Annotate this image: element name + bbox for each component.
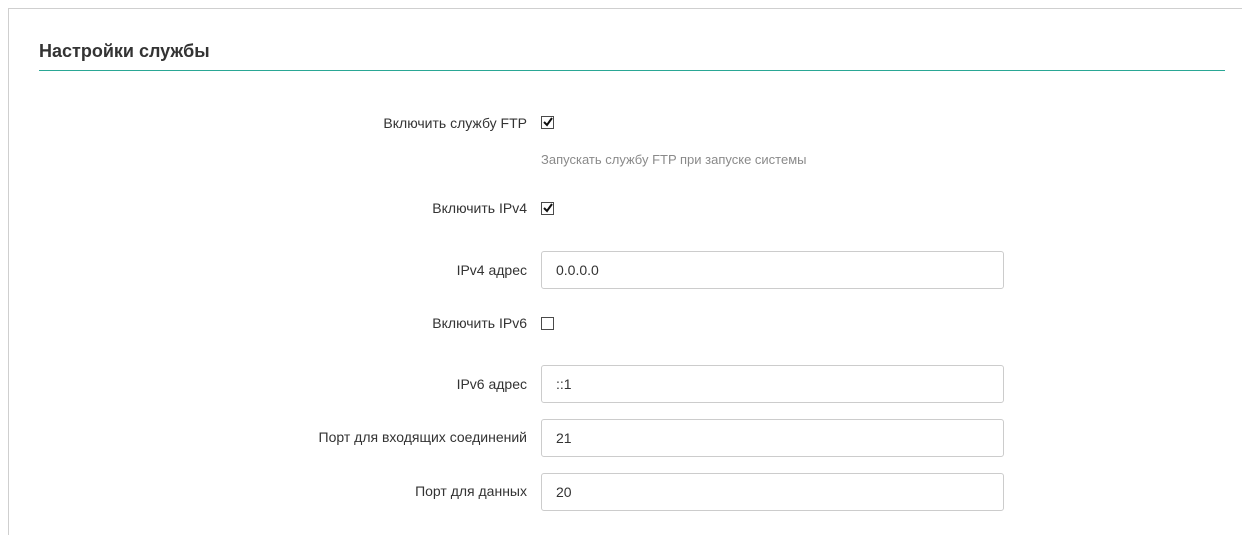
enable-ftp-label: Включить службу FTP — [383, 115, 527, 131]
enable-ipv4-label: Включить IPv4 — [432, 200, 527, 216]
ipv4-address-label: IPv4 адрес — [456, 262, 527, 278]
enable-ipv6-checkbox[interactable] — [541, 317, 554, 330]
incoming-port-input[interactable] — [541, 419, 1004, 457]
section-title: Настройки службы — [39, 41, 210, 61]
ipv6-address-input[interactable] — [541, 365, 1004, 403]
checkmark-icon — [543, 203, 553, 213]
ipv4-address-input[interactable] — [541, 251, 1004, 289]
ipv6-address-label: IPv6 адрес — [456, 376, 527, 392]
data-port-label: Порт для данных — [415, 483, 527, 499]
incoming-port-label: Порт для входящих соединений — [318, 429, 527, 445]
data-port-input[interactable] — [541, 473, 1004, 511]
enable-ftp-checkbox[interactable] — [541, 116, 554, 129]
enable-ipv6-label: Включить IPv6 — [432, 315, 527, 331]
enable-ipv4-checkbox[interactable] — [541, 202, 554, 215]
checkmark-icon — [543, 117, 553, 127]
section-divider — [39, 70, 1225, 71]
enable-ftp-hint: Запускать службу FTP при запуске системы — [541, 152, 807, 167]
